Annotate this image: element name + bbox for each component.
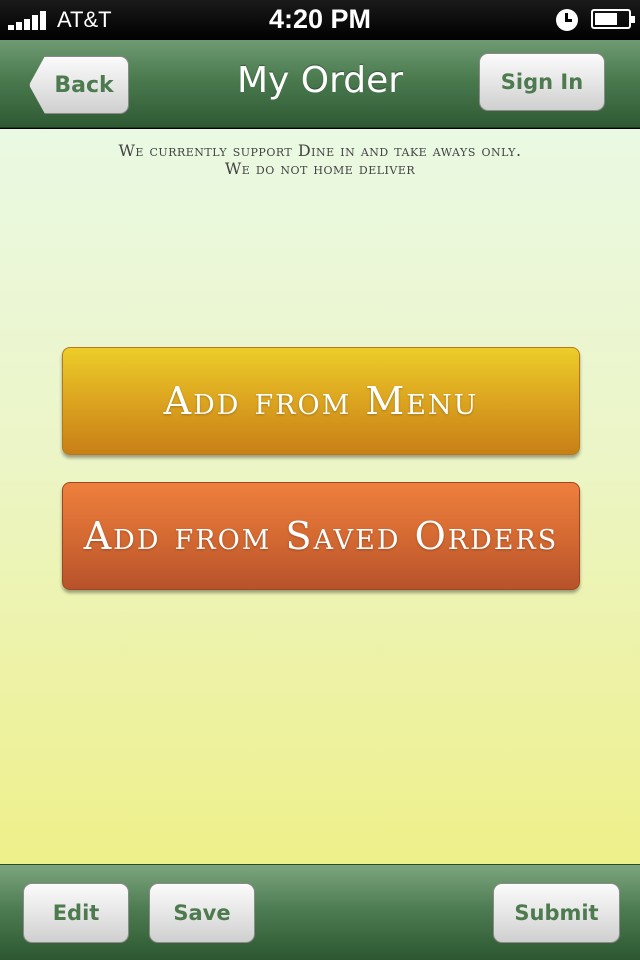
notice-line-2: We do not home deliver	[224, 159, 416, 178]
delivery-notice: We currently support Dine in and take aw…	[0, 142, 640, 178]
add-from-menu-button[interactable]: Add from Menu	[62, 347, 580, 455]
status-time: 4:20 PM	[268, 4, 372, 34]
status-bar: AT&T 4:20 PM	[0, 0, 640, 40]
notice-line-1: We currently support Dine in and take aw…	[118, 141, 522, 160]
edit-button[interactable]: Edit	[23, 883, 129, 943]
save-button[interactable]: Save	[149, 883, 255, 943]
alarm-icon	[556, 9, 578, 31]
navigation-bar: Back My Order Sign In	[0, 40, 640, 128]
sign-in-button[interactable]: Sign In	[479, 53, 605, 111]
submit-button[interactable]: Submit	[493, 883, 620, 943]
main-content: We currently support Dine in and take aw…	[0, 129, 640, 864]
add-from-saved-orders-button[interactable]: Add from Saved Orders	[62, 482, 580, 590]
bottom-toolbar: Edit Save Submit	[0, 864, 640, 960]
battery-icon	[591, 9, 635, 29]
